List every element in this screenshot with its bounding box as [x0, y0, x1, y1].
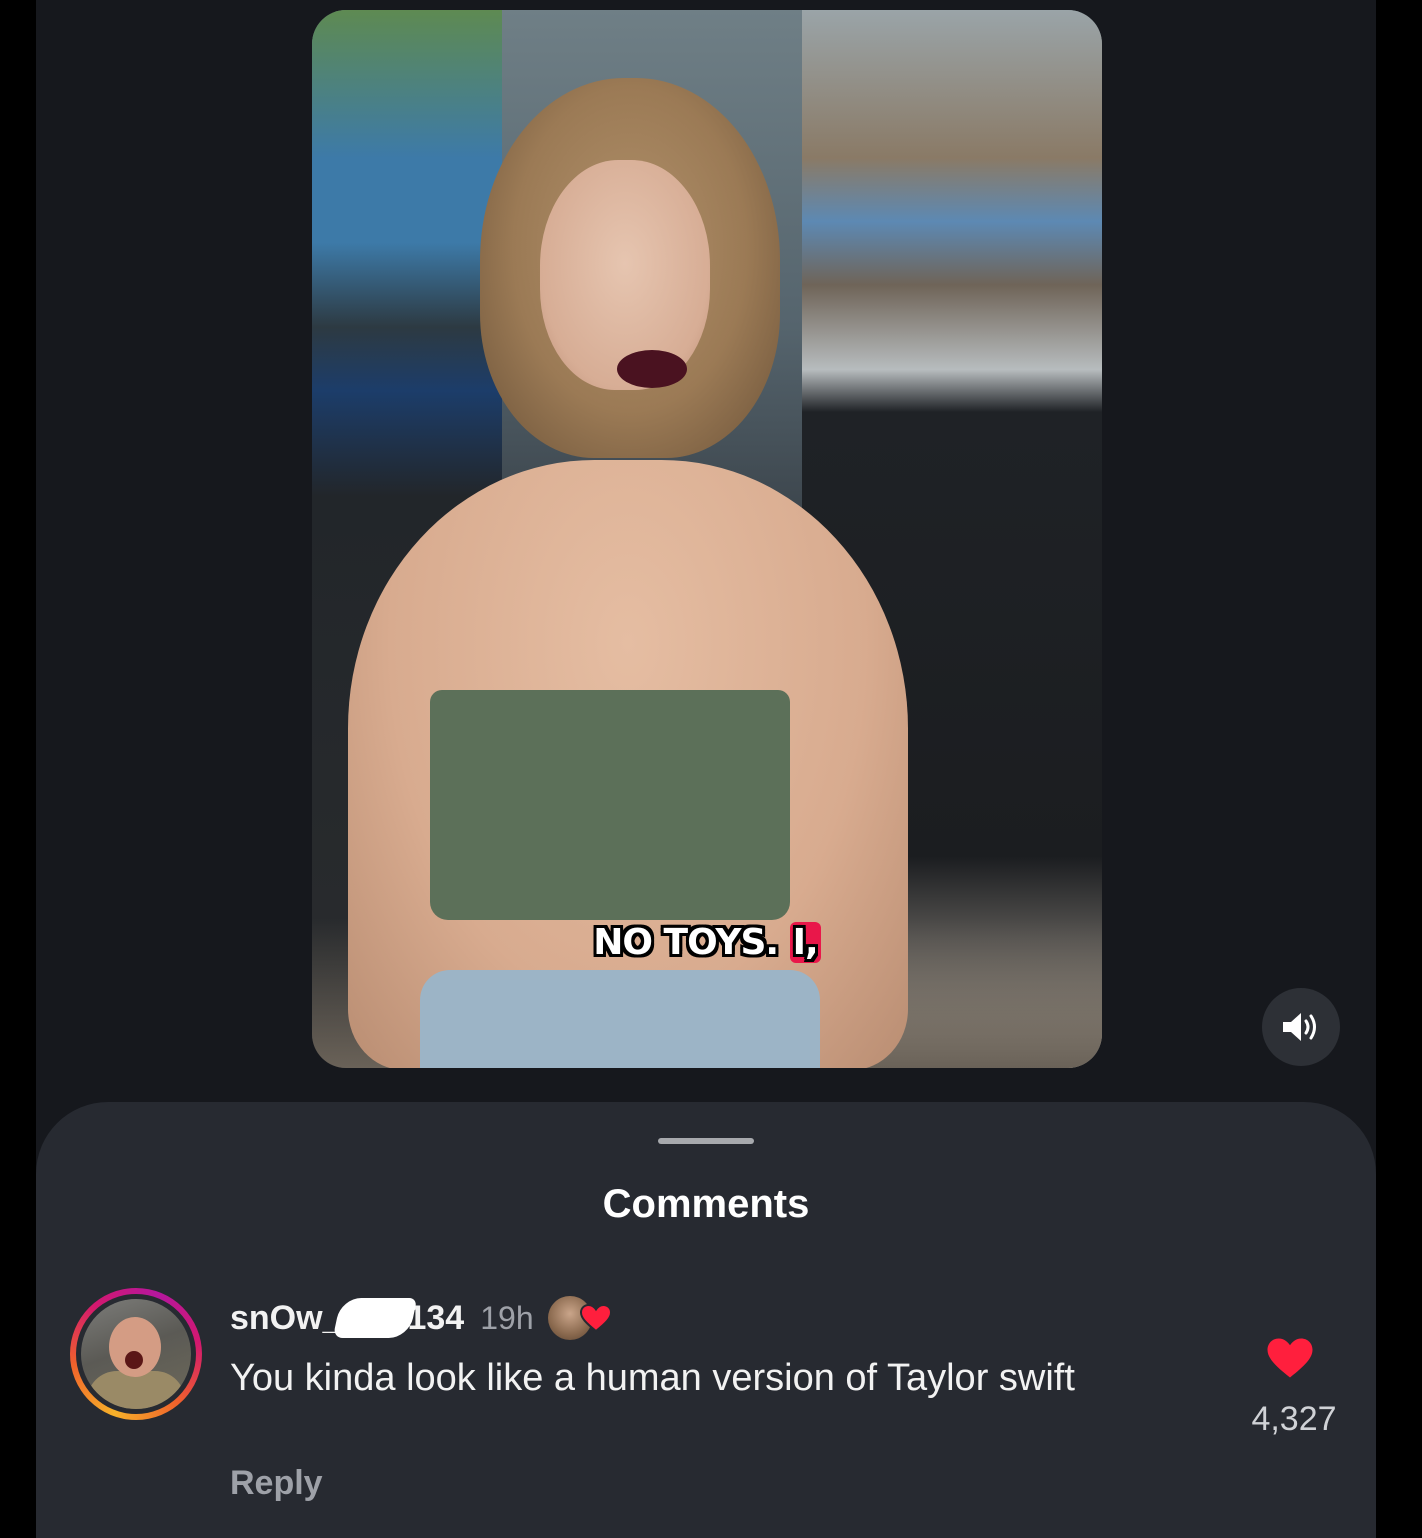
commenter-avatar-story-ring[interactable]: [70, 1288, 202, 1420]
sheet-drag-handle[interactable]: [658, 1138, 754, 1144]
comment-body: You kinda look like a human version of T…: [230, 1357, 1075, 1399]
comment-timestamp: 19h: [480, 1299, 534, 1336]
comment-header: snOw_ 134 19h: [230, 1294, 614, 1342]
liked-by-creator-badge: [547, 1294, 614, 1342]
caption-highlighted-word: I,: [789, 922, 821, 963]
video-player[interactable]: NO TOYS. I,: [312, 10, 1102, 1068]
speaker-on-icon: [1283, 1013, 1316, 1041]
heart-filled-icon: [1267, 1338, 1313, 1378]
sound-toggle-button[interactable]: [1262, 988, 1340, 1066]
username-redaction-mark: [333, 1298, 418, 1338]
app-screen: NO TOYS. I, Comments snOw_ 134 19h You k…: [36, 0, 1376, 1538]
comments-sheet: Comments snOw_ 134 19h You kinda look li…: [36, 1102, 1376, 1538]
reply-button[interactable]: Reply: [230, 1464, 323, 1503]
comment-username[interactable]: snOw_: [230, 1299, 341, 1338]
video-person-lips: [617, 350, 687, 388]
video-caption: NO TOYS. I,: [312, 922, 1102, 963]
avatar: [81, 1299, 191, 1409]
comments-title: Comments: [602, 1182, 810, 1226]
video-person-top: [430, 690, 790, 920]
comment-like-count: 4,327: [1251, 1400, 1337, 1438]
heart-icon: [579, 1304, 612, 1332]
comment-like-button[interactable]: [1266, 1336, 1314, 1385]
comment-username-suffix[interactable]: 134: [407, 1299, 464, 1338]
video-person-jeans: [420, 970, 820, 1068]
caption-text: NO TOYS.: [593, 922, 790, 963]
